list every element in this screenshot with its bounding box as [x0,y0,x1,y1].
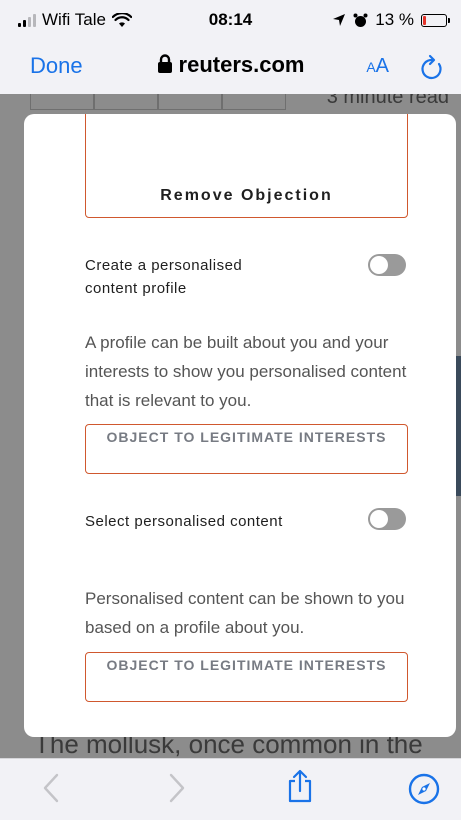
battery-percent: 13 % [375,10,414,29]
toggle-select[interactable] [368,508,406,530]
lock-icon [157,54,172,73]
toggle-profile[interactable] [368,254,406,276]
address-bar[interactable]: reuters.com [0,52,461,78]
text-size-large: A [375,55,389,77]
chevron-right-icon[interactable] [168,773,186,803]
object-legitimate-interests-button-1[interactable]: OBJECT TO LEGITIMATE INTERESTS [85,424,408,474]
consent-desc-select: Personalised content can be shown to you… [85,589,405,637]
reload-icon[interactable] [419,54,445,82]
text-size-button[interactable]: AA [366,55,389,78]
alarm-icon [353,13,368,27]
compass-icon[interactable] [408,773,440,805]
url-text: reuters.com [178,52,305,77]
location-arrow-icon [333,14,346,26]
consent-title-select: Select personalised content [85,513,283,530]
object-legitimate-interests-button-2[interactable]: OBJECT TO LEGITIMATE INTERESTS [85,652,408,702]
remove-objection-label: Remove Objection [160,187,333,204]
chevron-left-icon[interactable] [42,773,60,803]
share-icon[interactable] [286,769,314,803]
status-bar: Wifi Tale 08:14 13 % [0,0,461,44]
text-size-small: A [366,59,376,75]
read-time: 3 minute read [326,94,449,108]
browser-toolbar [0,758,461,820]
consent-desc-profile: A profile can be built about you and you… [85,333,407,410]
battery-icon [421,13,450,27]
remove-objection-button[interactable]: Remove Objection [85,114,408,218]
consent-modal: Remove Objection Create a personalised c… [24,114,456,737]
consent-title-profile: Create a personalised content profile [85,257,243,297]
browser-nav-bar: Done reuters.com AA [0,44,461,94]
